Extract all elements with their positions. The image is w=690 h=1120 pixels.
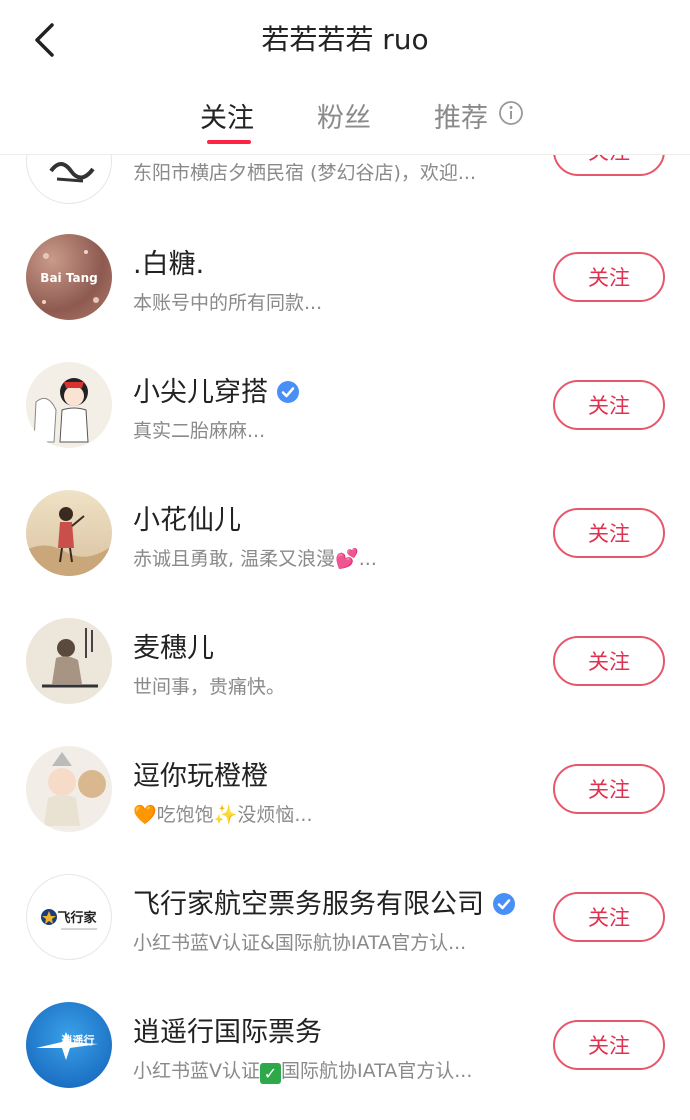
airline-logo-avatar-icon: 飞行家 bbox=[41, 909, 97, 930]
user-desc: 赤诚且勇敢, 温柔又浪漫💕... bbox=[133, 544, 377, 571]
user-name-text: 飞行家航空票务服务有限公司 bbox=[133, 889, 484, 920]
user-desc: 🧡吃饱饱✨没烦恼... bbox=[133, 800, 312, 827]
follow-button[interactable]: 关注 bbox=[553, 892, 665, 942]
top-bar: 若若若若 ruo 关注 粉丝 推荐 bbox=[0, 0, 690, 155]
user-desc-ellipsis: ... bbox=[358, 548, 377, 570]
list-item[interactable]: 麦穗儿 世间事，贵痛快。 关注 bbox=[0, 596, 690, 723]
user-desc-text: 赤诚且勇敢, 温柔又浪漫 bbox=[133, 548, 336, 570]
follow-button[interactable]: 关注 bbox=[553, 508, 665, 558]
follow-button[interactable]: 关注 bbox=[553, 252, 665, 302]
heart-emoji-icon: 💕 bbox=[335, 548, 359, 570]
user-desc: 本账号中的所有同款... bbox=[133, 292, 323, 314]
user-name[interactable]: .白糖. bbox=[133, 242, 204, 281]
list-item[interactable]: 小花仙儿 赤诚且勇敢, 温柔又浪漫💕... 关注 bbox=[0, 468, 690, 595]
list-item[interactable]: 逗你玩橙橙 🧡吃饱饱✨没烦恼... 关注 bbox=[0, 724, 690, 851]
user-desc-text-2: 没烦恼... bbox=[237, 804, 313, 826]
painted-girl-avatar-icon bbox=[26, 507, 112, 576]
info-icon[interactable] bbox=[498, 100, 524, 126]
avatar-text: Bai Tang bbox=[40, 271, 97, 285]
follow-button[interactable]: 关注 bbox=[553, 1020, 665, 1070]
user-name[interactable]: 小尖儿穿搭 bbox=[133, 370, 300, 409]
user-desc: 小红书蓝V认证 ✓ 国际航协IATA官方认... bbox=[133, 1056, 472, 1084]
user-desc: 世间事，贵痛快。 bbox=[133, 676, 286, 698]
tab-following[interactable]: 关注 bbox=[200, 96, 254, 135]
user-desc-text-2: 国际航协IATA官方认... bbox=[281, 1060, 473, 1082]
tab-followers[interactable]: 粉丝 bbox=[317, 96, 371, 135]
baby-avatar-icon bbox=[44, 752, 106, 826]
user-name[interactable]: 逗你玩橙橙 bbox=[133, 754, 268, 793]
avatar[interactable] bbox=[26, 746, 112, 832]
list-item[interactable]: 飞行家 飞行家航空票务服务有限公司 小红书蓝V认证&国际航协IATA官方认...… bbox=[0, 852, 690, 979]
ink-sketch-avatar-icon bbox=[42, 628, 98, 688]
cartoon-girl-avatar-icon bbox=[33, 378, 89, 443]
follow-button[interactable]: 关注 bbox=[553, 380, 665, 430]
avatar[interactable] bbox=[26, 362, 112, 448]
tab-recommended[interactable]: 推荐 bbox=[434, 96, 488, 135]
tab-active-indicator bbox=[207, 140, 251, 144]
user-name[interactable]: 小花仙儿 bbox=[133, 498, 241, 537]
orange-heart-emoji-icon: 🧡 bbox=[133, 804, 157, 826]
user-desc: 小红书蓝V认证&国际航协IATA官方认... bbox=[133, 932, 467, 954]
user-name[interactable]: 麦穗儿 bbox=[133, 626, 214, 665]
user-name[interactable]: 逍遥行国际票务 bbox=[133, 1010, 322, 1049]
avatar[interactable] bbox=[26, 490, 112, 576]
verified-icon bbox=[493, 893, 515, 915]
list-item[interactable]: 逍遥行 逍遥行国际票务 小红书蓝V认证 ✓ 国际航协IATA官方认... 关注 bbox=[0, 980, 690, 1107]
follow-button[interactable]: 关注 bbox=[553, 764, 665, 814]
user-desc: 东阳市横店夕栖民宿 (梦幻谷店)，欢迎... bbox=[133, 162, 476, 184]
avatar[interactable]: 逍遥行 bbox=[26, 1002, 112, 1088]
tab-bar: 关注 粉丝 推荐 bbox=[0, 96, 690, 146]
avatar-text: 逍遥行 bbox=[62, 1033, 95, 1047]
avatar-text: 飞行家 bbox=[57, 910, 97, 926]
avatar[interactable] bbox=[26, 618, 112, 704]
pink-glitter-avatar-icon: Bai Tang bbox=[40, 250, 99, 304]
page-title: 若若若若 ruo bbox=[261, 23, 429, 56]
user-desc: 真实二胎麻麻... bbox=[133, 420, 266, 442]
follow-button[interactable]: 关注 bbox=[553, 636, 665, 686]
user-name-text: 小尖儿穿搭 bbox=[133, 377, 268, 408]
sparkles-emoji-icon: ✨ bbox=[213, 804, 238, 826]
plane-logo-avatar-icon: 逍遥行 bbox=[36, 1032, 98, 1060]
user-desc-text: 小红书蓝V认证 bbox=[133, 1060, 260, 1082]
user-desc-text: 吃饱饱 bbox=[156, 804, 214, 826]
avatar[interactable]: 飞行家 bbox=[26, 874, 112, 960]
list-item[interactable]: 小尖儿穿搭 真实二胎麻麻... 关注 bbox=[0, 340, 690, 467]
following-list: 东阳市横店夕栖民宿 (梦幻谷店)，欢迎... 关注 Bai Tang .白糖. … bbox=[0, 0, 690, 1120]
list-item[interactable]: Bai Tang .白糖. 本账号中的所有同款... 关注 bbox=[0, 212, 690, 339]
verified-icon bbox=[277, 381, 299, 403]
user-name[interactable]: 飞行家航空票务服务有限公司 bbox=[133, 882, 516, 921]
avatar[interactable]: Bai Tang bbox=[26, 234, 112, 320]
check-mark-icon: ✓ bbox=[260, 1063, 281, 1084]
